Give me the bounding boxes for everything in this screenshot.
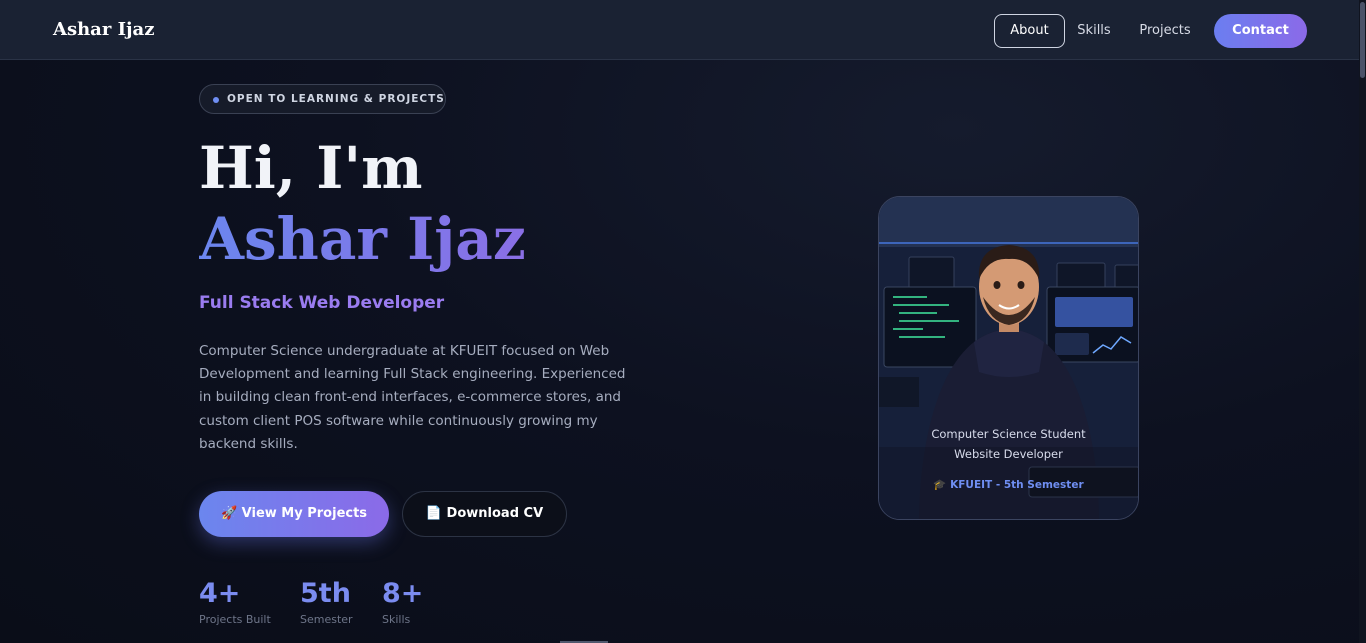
profile-illustration (879, 197, 1138, 519)
download-cv-button[interactable]: 📄 Download CV (402, 491, 567, 537)
stat-label: Skills (382, 613, 411, 626)
contact-button[interactable]: Contact (1214, 14, 1307, 48)
hero-greeting: Hi, I'm (199, 134, 423, 202)
stat-value: 8+ (382, 578, 424, 609)
scrollbar[interactable] (1359, 0, 1366, 643)
status-badge-label: OPEN TO LEARNING & PROJECTS (227, 93, 445, 105)
stat-skills: 8+ Skills (382, 578, 423, 626)
profile-caption-title: Computer Science Student (931, 427, 1086, 441)
stat-value: 5th (300, 578, 351, 609)
profile-card: Computer Science Student Website Develop… (878, 196, 1139, 520)
hero-name: Ashar Ijaz (199, 205, 526, 273)
status-dot-icon (213, 97, 219, 103)
stat-projects: 4+ Projects Built (199, 578, 271, 626)
scrollbar-thumb[interactable] (1360, 2, 1365, 78)
hero-role: Full Stack Web Developer (199, 293, 445, 313)
stat-label: Projects Built (199, 613, 271, 626)
stat-value: 4+ (199, 578, 241, 609)
navbar: Ashar Ijaz About Skills Projects Contact (0, 0, 1366, 60)
view-projects-button[interactable]: 🚀 View My Projects (199, 491, 389, 537)
profile-caption-subtitle: Website Developer (954, 447, 1063, 461)
nav-link-about[interactable]: About (994, 14, 1065, 48)
hero-bio: Computer Science undergraduate at KFUEIT… (199, 343, 626, 452)
nav-link-skills[interactable]: Skills (1072, 14, 1116, 48)
stat-semester: 5th Semester (300, 578, 353, 626)
profile-caption-university: 🎓 KFUEIT - 5th Semester (933, 479, 1084, 491)
brand-logo[interactable]: Ashar Ijaz (53, 19, 154, 40)
status-badge: OPEN TO LEARNING & PROJECTS (199, 84, 446, 114)
nav-link-projects[interactable]: Projects (1134, 14, 1196, 48)
stat-label: Semester (300, 613, 353, 626)
